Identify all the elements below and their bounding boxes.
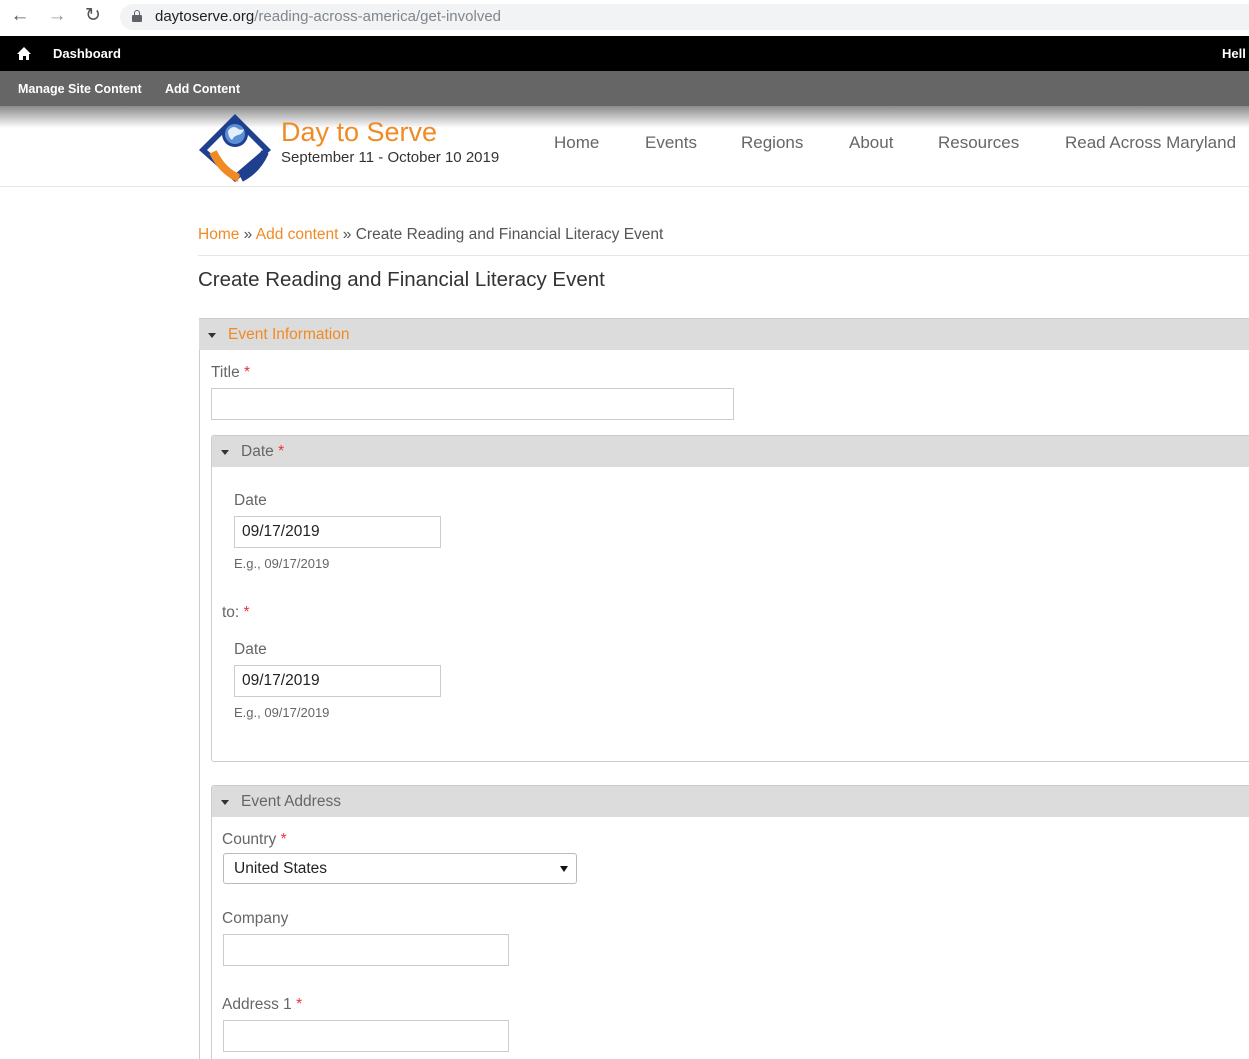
- start-date-hint: E.g., 09/17/2019: [234, 556, 330, 571]
- end-date-hint: E.g., 09/17/2019: [234, 705, 330, 720]
- breadcrumb-separator: »: [243, 226, 253, 243]
- country-label: Country *: [222, 831, 287, 849]
- nav-home[interactable]: Home: [554, 133, 599, 153]
- country-label-text: Country: [222, 831, 277, 848]
- site-dates: September 11 - October 10 2019: [281, 149, 500, 166]
- address-bar[interactable]: daytoserve.org/reading-across-america/ge…: [120, 4, 1249, 30]
- event-address-label: Event Address: [241, 793, 341, 810]
- url-text[interactable]: daytoserve.org/reading-across-america/ge…: [155, 8, 501, 25]
- address1-label-text: Address 1: [222, 996, 292, 1013]
- required-marker: *: [278, 443, 285, 460]
- to-label-text: to:: [222, 604, 240, 621]
- triangle-down-icon: [208, 333, 216, 338]
- admin-toolbar: Manage Site Content Add Content: [0, 71, 1249, 106]
- event-address-legend[interactable]: Event Address: [212, 786, 1249, 817]
- start-date-input[interactable]: [234, 516, 441, 548]
- dashboard-link[interactable]: Dashboard: [53, 46, 121, 61]
- date-legend-text: Date: [241, 443, 274, 460]
- event-information-legend[interactable]: Event Information: [199, 319, 1249, 350]
- required-marker: *: [296, 996, 303, 1013]
- back-arrow-icon[interactable]: ←: [8, 4, 32, 28]
- nav-read-across-maryland[interactable]: Read Across Maryland: [1065, 133, 1236, 153]
- home-icon[interactable]: [17, 47, 31, 60]
- required-marker: *: [243, 604, 250, 621]
- required-marker: *: [244, 364, 251, 381]
- add-content-link[interactable]: Add Content: [165, 82, 240, 96]
- event-information-label: Event Information: [228, 326, 350, 343]
- address1-label: Address 1 *: [222, 996, 302, 1014]
- event-address-fieldset: [211, 785, 1249, 1059]
- nav-events[interactable]: Events: [645, 133, 697, 153]
- breadcrumb-divider: [198, 255, 1249, 256]
- nav-resources[interactable]: Resources: [938, 133, 1019, 153]
- browser-toolbar: ← → ↻ daytoserve.org/reading-across-amer…: [0, 0, 1249, 34]
- country-select-value: United States: [234, 860, 328, 877]
- header-divider: [0, 186, 1249, 187]
- title-input[interactable]: [211, 388, 734, 420]
- forward-arrow-icon[interactable]: →: [45, 4, 69, 28]
- site-name[interactable]: Day to Serve: [281, 117, 437, 148]
- company-label: Company: [222, 910, 289, 927]
- address1-input[interactable]: [223, 1020, 509, 1052]
- company-input[interactable]: [223, 934, 509, 966]
- breadcrumb-home[interactable]: Home: [198, 226, 239, 243]
- lock-icon: [132, 10, 142, 22]
- breadcrumb-current: Create Reading and Financial Literacy Ev…: [355, 226, 664, 243]
- date-fieldset: [211, 435, 1249, 762]
- date-legend-label: Date *: [241, 443, 284, 461]
- url-path: /reading-across-america/get-involved: [254, 8, 502, 25]
- reload-icon[interactable]: ↻: [81, 4, 105, 28]
- title-label: Title *: [211, 364, 250, 382]
- nav-regions[interactable]: Regions: [741, 133, 803, 153]
- manage-site-content-link[interactable]: Manage Site Content: [18, 82, 142, 96]
- page-title: Create Reading and Financial Literacy Ev…: [198, 268, 605, 291]
- admin-bar: Dashboard Hell: [0, 36, 1249, 71]
- url-domain: daytoserve.org: [155, 8, 255, 25]
- end-date-input[interactable]: [234, 665, 441, 697]
- toolbar-shadow: [0, 106, 1249, 128]
- breadcrumb-add-content[interactable]: Add content: [256, 226, 339, 243]
- nav-about[interactable]: About: [849, 133, 893, 153]
- user-greeting[interactable]: Hell: [1222, 46, 1246, 61]
- triangle-down-icon: [221, 450, 229, 455]
- end-date-label: Date: [234, 641, 267, 658]
- required-marker: *: [280, 831, 287, 848]
- date-legend[interactable]: Date *: [212, 436, 1249, 467]
- to-label: to: *: [222, 604, 250, 622]
- country-select[interactable]: United States: [223, 853, 577, 884]
- day-to-serve-logo[interactable]: [197, 112, 273, 184]
- start-date-label: Date: [234, 492, 267, 509]
- title-label-text: Title: [211, 364, 240, 381]
- caret-down-icon: [560, 866, 568, 872]
- breadcrumb: Home » Add content » Create Reading and …: [198, 226, 663, 244]
- triangle-down-icon: [221, 800, 229, 805]
- breadcrumb-separator: »: [342, 226, 352, 243]
